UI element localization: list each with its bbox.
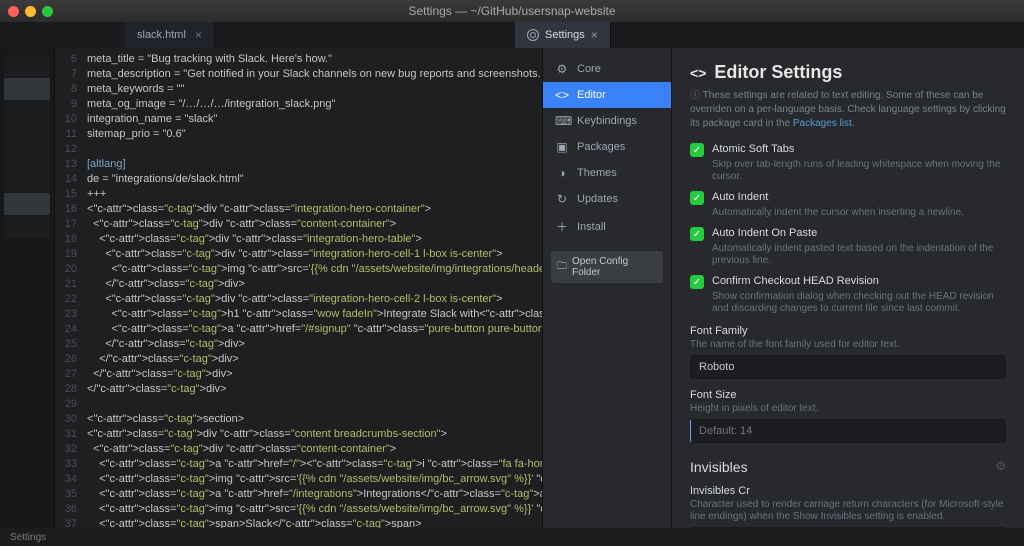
check-icon: ✓	[690, 191, 704, 205]
auto-indent-checkbox[interactable]: ✓Auto Indent	[690, 191, 1006, 205]
sidebar-item-keybindings[interactable]: ⌨Keybindings	[543, 108, 671, 134]
settings-hint: ⓘ These settings are related to text edi…	[690, 89, 1006, 131]
code-icon: <>	[555, 88, 569, 102]
check-icon: ✓	[690, 275, 704, 289]
settings-panel: <>Editor Settings ⓘ These settings are r…	[672, 48, 1024, 528]
invisibles-cr-input[interactable]	[690, 527, 1006, 528]
font-size-label: Font Size	[690, 389, 1006, 401]
tab-settings[interactable]: Settings ×	[515, 22, 611, 48]
paint-icon: ◑	[555, 166, 569, 180]
close-icon[interactable]: ×	[195, 28, 202, 42]
packages-list-link[interactable]: Packages list	[793, 118, 852, 129]
sidebar-item-packages[interactable]: ▣Packages	[543, 134, 671, 160]
confirm-checkout-checkbox[interactable]: ✓Confirm Checkout HEAD Revision	[690, 275, 1006, 289]
titlebar: Settings — ~/GitHub/usersnap-website	[0, 0, 1024, 22]
atomic-soft-tabs-checkbox[interactable]: ✓Atomic Soft Tabs	[690, 143, 1006, 157]
open-config-folder-button[interactable]: 🗀Open Config Folder	[551, 251, 663, 283]
tab-label: Settings	[545, 29, 585, 41]
minimap[interactable]	[0, 48, 55, 528]
tab-slack-html[interactable]: slack.html ×	[125, 22, 215, 48]
settings-title: <>Editor Settings	[690, 62, 1006, 83]
code-editor[interactable]: 6meta_title = "Bug tracking with Slack. …	[55, 48, 542, 528]
gear-icon: ⚙	[555, 62, 569, 76]
code-icon: <>	[690, 65, 706, 81]
status-bar: Settings	[0, 528, 1024, 546]
sidebar-item-install[interactable]: ＋Install	[543, 212, 671, 241]
status-text: Settings	[10, 532, 46, 543]
gear-icon[interactable]: ⚙	[995, 459, 1006, 475]
settings-sidebar: ⚙Core <>Editor ⌨Keybindings ▣Packages ◑T…	[542, 48, 672, 528]
sidebar-item-themes[interactable]: ◑Themes	[543, 160, 671, 186]
package-icon: ▣	[555, 140, 569, 154]
check-icon: ✓	[690, 143, 704, 157]
invisibles-header: Invisibles⚙	[690, 459, 1006, 475]
window-title: Settings — ~/GitHub/usersnap-website	[0, 4, 1024, 18]
info-icon: ⓘ	[690, 90, 700, 101]
check-icon: ✓	[690, 227, 704, 241]
font-family-input[interactable]	[690, 355, 1006, 379]
sidebar-item-editor[interactable]: <>Editor	[543, 82, 671, 108]
close-icon[interactable]: ×	[591, 28, 598, 42]
tab-bar: slack.html × Settings ×	[0, 22, 1024, 48]
invisibles-cr-label: Invisibles Cr	[690, 485, 1006, 497]
atom-icon	[527, 29, 539, 41]
sidebar-item-updates[interactable]: ↻Updates	[543, 186, 671, 212]
tab-label: slack.html	[137, 29, 186, 41]
updates-icon: ↻	[555, 192, 569, 206]
sidebar-item-core[interactable]: ⚙Core	[543, 56, 671, 82]
font-family-label: Font Family	[690, 325, 1006, 337]
keyboard-icon: ⌨	[555, 114, 569, 128]
auto-indent-paste-checkbox[interactable]: ✓Auto Indent On Paste	[690, 227, 1006, 241]
font-size-input[interactable]	[690, 419, 1006, 443]
plus-icon: ＋	[555, 218, 569, 235]
folder-icon: 🗀	[557, 259, 567, 276]
